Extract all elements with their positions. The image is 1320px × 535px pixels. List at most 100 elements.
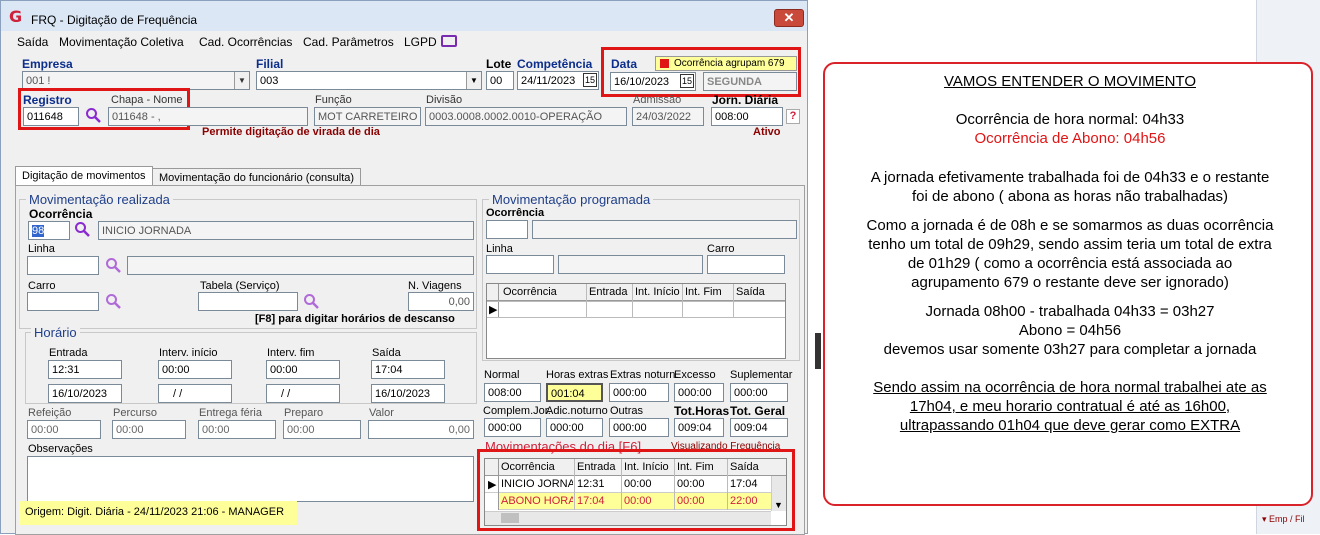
red-square-icon: [660, 59, 669, 68]
funcao-label: Função: [315, 94, 352, 106]
ocorrencia-label: Ocorrência: [29, 207, 93, 221]
filial-select[interactable]: 003 ▼: [256, 71, 482, 90]
grid-divider: [727, 459, 728, 510]
competencia-field[interactable]: 24/11/2023 15: [517, 71, 599, 90]
chapa-field: 011648 - ,: [108, 107, 308, 126]
suplem-label: Suplementar: [730, 369, 793, 381]
refeicao-field[interactable]: 00:00: [27, 420, 101, 439]
nviagens-field[interactable]: 0,00: [408, 292, 474, 311]
window-title: FRQ - Digitação de Frequência: [31, 13, 198, 27]
entrada-field[interactable]: 12:31: [48, 360, 122, 379]
search-icon[interactable]: [105, 293, 121, 309]
search-icon[interactable]: [74, 221, 90, 237]
competencia-label: Competência: [517, 57, 593, 71]
hextras-label: Horas extras: [546, 369, 609, 381]
percurso-label: Percurso: [113, 407, 158, 419]
extnot-field[interactable]: 000:00: [609, 383, 669, 402]
dia-row2-int-inicio: 00:00: [624, 495, 652, 507]
hextras-field[interactable]: 001:04: [546, 383, 603, 402]
refeicao-label: Refeição: [28, 407, 72, 419]
search-icon[interactable]: [303, 293, 319, 309]
explanation-line-red: Ocorrência de Abono: 04h56: [974, 130, 1166, 147]
search-icon[interactable]: [105, 257, 121, 273]
interv-fim-field[interactable]: 00:00: [266, 360, 340, 379]
ocorrencia-code-field[interactable]: 98: [28, 221, 70, 240]
data-label: Data: [611, 57, 638, 71]
grid-divider: [574, 459, 575, 510]
tabela-label: Tabela (Serviço): [200, 280, 280, 292]
scroll-thumb[interactable]: [501, 513, 519, 523]
admissao-field: 24/03/2022: [632, 107, 704, 126]
extnot-label: Extras noturn.: [610, 369, 679, 381]
grid-divider: [621, 459, 622, 510]
normal-field[interactable]: 008:00: [484, 383, 541, 402]
entrada-label: Entrada: [49, 347, 88, 359]
data-field[interactable]: 16/10/2023 15: [610, 72, 696, 91]
divisao-field: 0003.0008.0002.0010-OPERAÇÃO: [425, 107, 627, 126]
saida-date-field[interactable]: 16/10/2023: [371, 384, 445, 403]
calendar-icon[interactable]: 15: [582, 73, 597, 87]
search-icon[interactable]: [85, 107, 101, 123]
lote-field[interactable]: 00: [486, 71, 514, 90]
explanation-line-underlined: ultrapassando 01h04 que deve gerar como …: [899, 417, 1241, 434]
splitter-handle[interactable]: [815, 333, 821, 369]
chevron-down-icon[interactable]: ▼: [774, 500, 783, 510]
monitor-icon[interactable]: [441, 35, 457, 47]
prog-linha-field[interactable]: [486, 255, 554, 274]
preparo-field[interactable]: 00:00: [283, 420, 361, 439]
percurso-field[interactable]: 00:00: [112, 420, 186, 439]
dia-horizontal-scrollbar[interactable]: [485, 511, 771, 525]
adicnot-field[interactable]: 000:00: [546, 418, 603, 437]
funcao-field: MOT CARRETEIRO: [314, 107, 421, 126]
dia-row2-int-fim: 00:00: [677, 495, 705, 507]
valor-field[interactable]: 0,00: [368, 420, 474, 439]
lote-label: Lote: [486, 57, 512, 71]
complem-field[interactable]: 000:00: [484, 418, 541, 437]
tabela-field[interactable]: [198, 292, 298, 311]
linha-field[interactable]: [27, 256, 99, 275]
programada-title: Movimentação programada: [489, 192, 654, 207]
interv-inicio-date-field[interactable]: / /: [158, 384, 232, 403]
interv-inicio-field[interactable]: 00:00: [158, 360, 232, 379]
carro-field[interactable]: [27, 292, 99, 311]
calendar-icon[interactable]: 15: [679, 74, 694, 88]
tothoras-label: Tot.Horas: [674, 404, 730, 418]
jorn-field[interactable]: 008:00: [711, 107, 783, 126]
explanation-line: tenho um total de 09h29, sendo assim ter…: [868, 236, 1272, 253]
observacoes-textarea[interactable]: [27, 456, 474, 502]
horario-title: Horário: [31, 325, 80, 340]
help-button[interactable]: ?: [786, 109, 800, 124]
jorn-label: Jorn. Diária: [712, 93, 779, 107]
menu-movimentacao-coletiva[interactable]: Movimentação Coletiva: [59, 35, 184, 49]
outras-label: Outras: [610, 405, 644, 417]
row-pointer-icon: ▶: [489, 304, 498, 316]
registro-field[interactable]: 011648: [23, 107, 79, 126]
chevron-down-icon: ▼: [466, 72, 481, 89]
entrega-label: Entrega féria: [199, 407, 262, 419]
prog-linha-desc: [558, 255, 703, 274]
suplem-field[interactable]: 000:00: [730, 383, 788, 402]
virada-message: Permite digitação de virada de dia: [202, 126, 380, 138]
tothoras-field: 009:04: [674, 418, 724, 437]
entrega-field[interactable]: 00:00: [198, 420, 276, 439]
excesso-field[interactable]: 000:00: [674, 383, 724, 402]
status-ativo: Ativo: [753, 126, 781, 138]
caret-icon: ▾: [1262, 514, 1267, 524]
menu-cad-parametros[interactable]: Cad. Parâmetros: [303, 35, 394, 49]
entrada-date-field[interactable]: 16/10/2023: [48, 384, 122, 403]
prog-ocorrencia-field[interactable]: [486, 220, 528, 239]
menu-cad-ocorrencias[interactable]: Cad. Ocorrências: [199, 35, 292, 49]
prog-carro-field[interactable]: [707, 255, 785, 274]
programada-grid-row[interactable]: [487, 301, 785, 318]
menu-lgpd[interactable]: LGPD: [404, 35, 437, 49]
close-button[interactable]: ✕: [774, 9, 804, 27]
tab-digitacao[interactable]: Digitação de movimentos: [15, 166, 153, 185]
nviagens-label: N. Viagens: [408, 280, 462, 292]
saida-field[interactable]: 17:04: [371, 360, 445, 379]
interv-fim-date-field[interactable]: / /: [266, 384, 340, 403]
outras-field[interactable]: 000:00: [609, 418, 669, 437]
menu-saida[interactable]: Saída: [17, 35, 48, 49]
excesso-label: Excesso: [674, 369, 716, 381]
totgeral-label: Tot. Geral: [730, 404, 786, 418]
explanation-line: Jornada 08h00 - trabalhada 04h33 = 03h27: [925, 303, 1215, 320]
